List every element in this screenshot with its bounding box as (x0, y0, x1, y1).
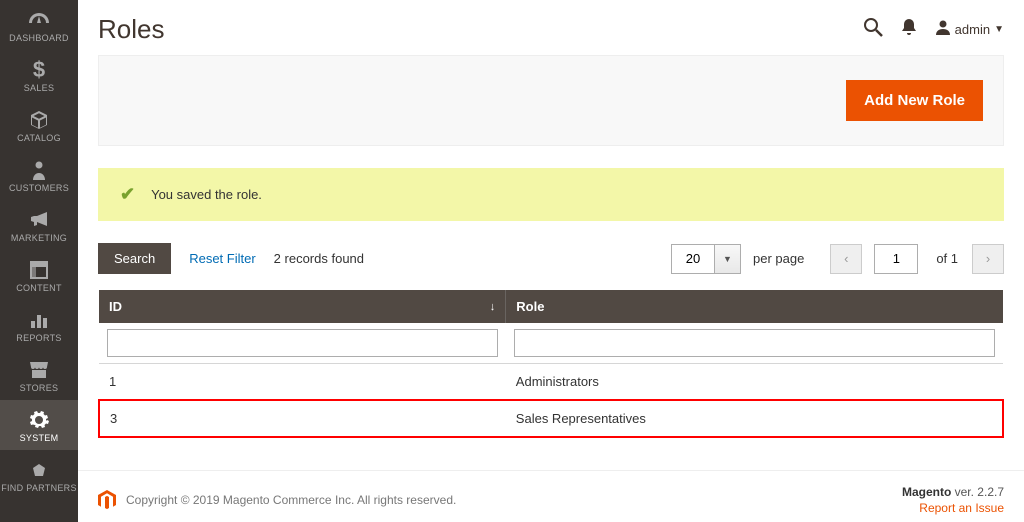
filter-right: ▼ per page ‹ of 1 › (671, 244, 1004, 274)
report-issue-link[interactable]: Report an Issue (902, 501, 1004, 515)
next-page-button[interactable]: › (972, 244, 1004, 274)
sidebar-item-customers[interactable]: CUSTOMERS (0, 150, 78, 200)
footer-right: Magento ver. 2.2.7 Report an Issue (902, 485, 1004, 515)
user-menu[interactable]: admin ▼ (935, 19, 1004, 40)
sidebar-label: STORES (20, 383, 59, 393)
footer-left: Copyright © 2019 Magento Commerce Inc. A… (98, 490, 456, 510)
sidebar-label: REPORTS (16, 333, 61, 343)
topbar: Roles admin ▼ (98, 0, 1004, 55)
roles-grid: ID ↓ Role 1 Administrators (98, 290, 1004, 438)
sidebar-label: CONTENT (16, 283, 62, 293)
sidebar-item-dashboard[interactable]: DASHBOARD (0, 0, 78, 50)
dollar-icon: $ (33, 59, 45, 81)
copyright-text: Copyright © 2019 Magento Commerce Inc. A… (126, 493, 456, 507)
table-row[interactable]: 3 Sales Representatives (99, 400, 1003, 437)
sidebar-item-sales[interactable]: $ SALES (0, 50, 78, 100)
search-button[interactable]: Search (98, 243, 171, 274)
add-new-role-button[interactable]: Add New Role (846, 80, 983, 121)
user-name: admin (955, 22, 990, 37)
megaphone-icon (29, 209, 49, 231)
bell-icon[interactable] (901, 18, 917, 41)
cell-id: 1 (99, 364, 506, 401)
column-header-role[interactable]: Role (506, 290, 1003, 323)
sidebar-label: CUSTOMERS (9, 183, 69, 193)
magento-logo-icon (98, 490, 116, 510)
table-row[interactable]: 1 Administrators (99, 364, 1003, 401)
success-text: You saved the role. (151, 187, 262, 202)
per-page-value[interactable] (671, 244, 715, 274)
sidebar-label: MARKETING (11, 233, 67, 243)
sidebar: DASHBOARD $ SALES CATALOG CUSTOMERS MARK… (0, 0, 78, 522)
sidebar-item-marketing[interactable]: MARKETING (0, 200, 78, 250)
version-text: ver. 2.2.7 (951, 485, 1004, 499)
reset-filter-link[interactable]: Reset Filter (189, 251, 255, 266)
per-page-label: per page (753, 251, 804, 266)
page-current-input[interactable] (874, 244, 918, 274)
cube-icon (29, 109, 49, 131)
sidebar-item-catalog[interactable]: CATALOG (0, 100, 78, 150)
product-name: Magento (902, 485, 951, 499)
cell-id: 3 (99, 400, 506, 437)
storefront-icon (29, 359, 49, 381)
partners-icon (29, 459, 49, 481)
prev-page-button[interactable]: ‹ (830, 244, 862, 274)
dashboard-icon (28, 9, 50, 31)
cell-role: Sales Representatives (506, 400, 1003, 437)
avatar-icon (935, 19, 951, 40)
sidebar-label: SALES (24, 83, 55, 93)
page-of-label: of 1 (936, 251, 958, 266)
per-page-dropdown-button[interactable]: ▼ (715, 244, 741, 274)
main-content: Roles admin ▼ Add New Role ✔ You saved t… (78, 0, 1024, 522)
gear-icon (29, 409, 49, 431)
filter-row: Search Reset Filter 2 records found ▼ pe… (98, 243, 1004, 274)
bars-icon (30, 309, 48, 331)
sidebar-item-stores[interactable]: STORES (0, 350, 78, 400)
sidebar-label: DASHBOARD (9, 33, 69, 43)
footer: Copyright © 2019 Magento Commerce Inc. A… (78, 470, 1024, 522)
filter-left: Search Reset Filter 2 records found (98, 243, 364, 274)
sort-arrow-icon: ↓ (490, 301, 496, 313)
sidebar-label: SYSTEM (20, 433, 59, 443)
per-page-select[interactable]: ▼ (671, 244, 741, 274)
cell-role: Administrators (506, 364, 1003, 401)
filter-id-input[interactable] (107, 329, 498, 357)
sidebar-item-partners[interactable]: FIND PARTNERS (0, 450, 78, 500)
search-icon[interactable] (863, 17, 883, 42)
top-actions: admin ▼ (863, 17, 1004, 42)
records-count: 2 records found (274, 251, 364, 266)
sidebar-item-content[interactable]: CONTENT (0, 250, 78, 300)
layout-icon (30, 259, 48, 281)
caret-down-icon: ▼ (994, 24, 1004, 35)
filter-role-input[interactable] (514, 329, 995, 357)
sidebar-label: FIND PARTNERS (1, 483, 77, 493)
column-header-id[interactable]: ID ↓ (99, 290, 506, 323)
page-title: Roles (98, 14, 164, 45)
sidebar-label: CATALOG (17, 133, 61, 143)
sidebar-item-system[interactable]: SYSTEM (0, 400, 78, 450)
check-icon: ✔ (120, 184, 135, 205)
person-icon (32, 159, 46, 181)
success-message: ✔ You saved the role. (98, 168, 1004, 221)
action-bar: Add New Role (98, 55, 1004, 146)
sidebar-item-reports[interactable]: REPORTS (0, 300, 78, 350)
